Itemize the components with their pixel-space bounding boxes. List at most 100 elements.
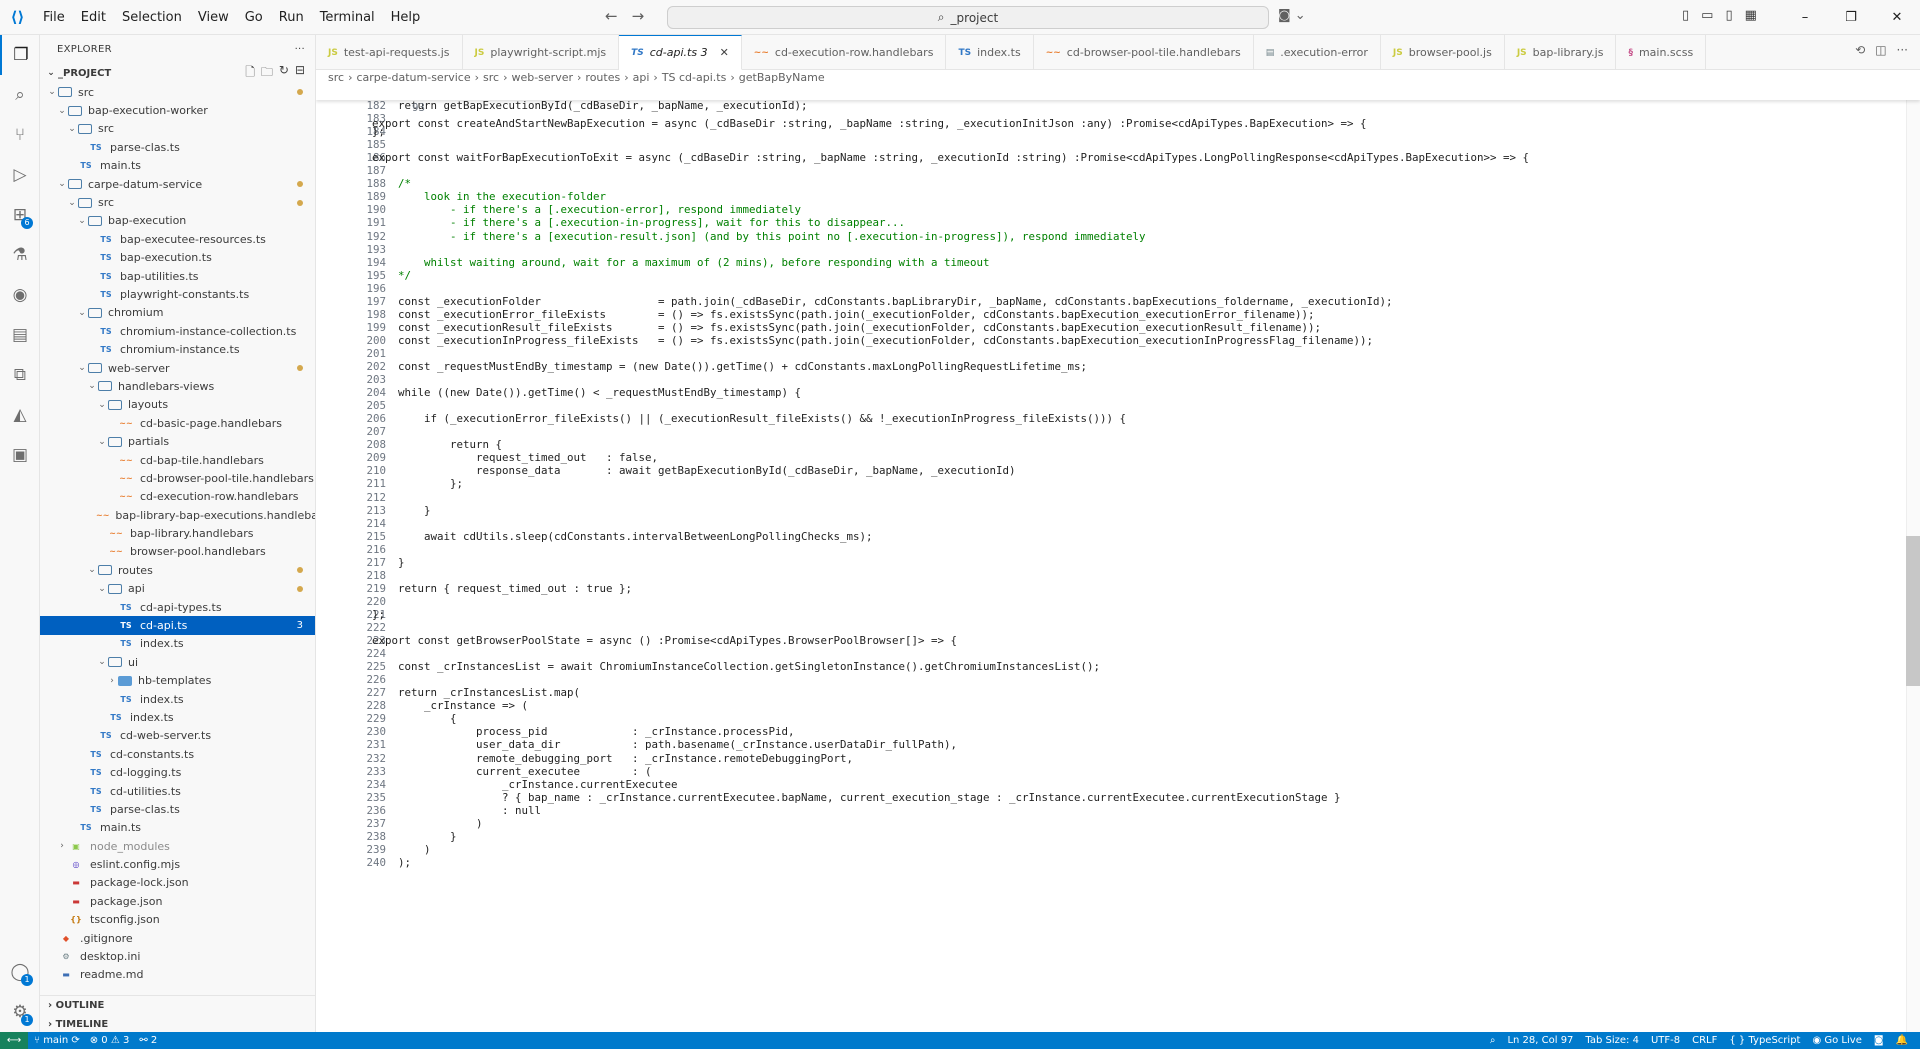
tree-folder[interactable]: ⌄ ui — [40, 653, 315, 671]
minimize-button[interactable]: – — [1782, 0, 1828, 35]
breadcrumb-item[interactable]: src — [328, 71, 344, 84]
breadcrumb-item[interactable]: api — [633, 71, 650, 84]
cursor-position[interactable]: Ln 28, Col 97 — [1507, 1035, 1573, 1046]
tree-folder[interactable]: ⌄ handlebars-views — [40, 377, 315, 395]
tree-folder[interactable]: ⌄ carpe-datum-service — [40, 175, 315, 193]
azure-icon[interactable]: ◭ — [0, 395, 40, 435]
tree-file[interactable]: TS playwright-constants.ts — [40, 285, 315, 303]
search-view-icon[interactable]: ⌕ — [0, 75, 40, 115]
editor-tab[interactable]: JS test-api-requests.js — [316, 35, 463, 70]
editor-tab[interactable]: JS bap-library.js — [1505, 35, 1617, 70]
breadcrumb-item[interactable]: routes — [585, 71, 620, 84]
tree-file[interactable]: TS cd-api.ts 3 — [40, 616, 315, 635]
breadcrumb-item[interactable]: src — [483, 71, 499, 84]
tree-file[interactable]: ~~ browser-pool.handlebars — [40, 543, 315, 561]
menu-help[interactable]: Help — [383, 0, 429, 35]
tree-file[interactable]: ~~ cd-execution-row.handlebars — [40, 488, 315, 506]
tree-file[interactable]: TS cd-api-types.ts — [40, 598, 315, 616]
extensions-icon[interactable]: ⊞ 6 — [0, 195, 40, 235]
accounts-icon[interactable]: ◯ 1 — [0, 952, 40, 992]
go-live-button[interactable]: ◉ Go Live — [1812, 1035, 1861, 1046]
customize-layout-icon[interactable]: ▦ — [1745, 8, 1757, 23]
tree-file[interactable]: {} tsconfig.json — [40, 911, 315, 929]
new-file-icon[interactable]: 🗋 — [245, 63, 255, 84]
settings-gear-icon[interactable]: ⚙ 1 — [0, 992, 40, 1032]
tree-folder[interactable]: ⌄ layouts — [40, 396, 315, 414]
breadcrumb-item[interactable]: getBapByName — [739, 71, 825, 84]
tree-file[interactable]: ⚙ desktop.ini — [40, 947, 315, 965]
breadcrumb-item[interactable]: carpe-datum-service — [356, 71, 470, 84]
remote-indicator-icon[interactable]: ⟷ — [0, 1032, 28, 1049]
command-center-search[interactable]: ⌕ _project — [667, 6, 1269, 29]
close-button[interactable]: ✕ — [1874, 0, 1920, 35]
toggle-primary-sidebar-icon[interactable]: ▯ — [1682, 8, 1689, 23]
tree-file[interactable]: TS bap-executee-resources.ts — [40, 230, 315, 248]
tree-folder[interactable]: › ▣ node_modules — [40, 837, 315, 855]
tree-folder[interactable]: ⌄ partials — [40, 432, 315, 450]
tree-file[interactable]: ◆ .gitignore — [40, 929, 315, 947]
tree-file[interactable]: TS parse-clas.ts — [40, 138, 315, 156]
breadcrumb-item[interactable]: TS cd-api.ts — [662, 71, 727, 84]
collapse-all-icon[interactable]: ⊟ — [295, 63, 305, 84]
tree-file[interactable]: TS index.ts — [40, 708, 315, 726]
restore-button[interactable]: ❐ — [1828, 0, 1874, 35]
editor-tab[interactable]: JS browser-pool.js — [1381, 35, 1505, 70]
copilot-status-icon[interactable]: ◙ — [1874, 1035, 1884, 1046]
vertical-scrollbar[interactable] — [1906, 84, 1920, 1032]
tree-file[interactable]: TS main.ts — [40, 819, 315, 837]
editor-tab[interactable]: ~~ cd-execution-row.handlebars — [742, 35, 947, 70]
menu-file[interactable]: File — [35, 0, 73, 35]
tree-folder[interactable]: ⌄ src — [40, 83, 315, 101]
copilot-icon[interactable]: ◙ ⌄ — [1278, 8, 1306, 23]
chat-icon[interactable]: ▣ — [0, 435, 40, 475]
timeline-section[interactable]: › TIMELINE — [40, 1015, 315, 1032]
source-control-icon[interactable]: ⑂ — [0, 115, 40, 155]
refresh-icon[interactable]: ↻ — [279, 63, 289, 84]
split-editor-icon[interactable]: ◫ — [1875, 43, 1886, 57]
tree-folder[interactable]: ⌄ chromium — [40, 304, 315, 322]
menu-edit[interactable]: Edit — [73, 0, 114, 35]
tree-file[interactable]: TS index.ts — [40, 690, 315, 708]
tree-folder[interactable]: ⌄ bap-execution — [40, 212, 315, 230]
breadcrumb-item[interactable]: web-server — [511, 71, 573, 84]
tree-file[interactable]: ~~ bap-library.handlebars — [40, 524, 315, 542]
tree-file[interactable]: ~~ cd-basic-page.handlebars — [40, 414, 315, 432]
new-folder-icon[interactable]: 🗀 — [261, 63, 273, 84]
tree-file[interactable]: TS cd-utilities.ts — [40, 782, 315, 800]
language-mode[interactable]: { } TypeScript — [1729, 1035, 1800, 1046]
tree-file[interactable]: ◎ eslint.config.mjs — [40, 855, 315, 873]
tree-file[interactable]: TS bap-utilities.ts — [40, 267, 315, 285]
explorer-icon[interactable]: ❐ — [0, 35, 40, 75]
tab-size[interactable]: Tab Size: 4 — [1585, 1035, 1639, 1046]
project-manager-icon[interactable]: ▤ — [0, 315, 40, 355]
editor-tab[interactable]: TS cd-api.ts 3 ✕ — [619, 35, 742, 70]
code-editor[interactable]: 93 export const createAndStartNewBapExec… — [316, 84, 1920, 1032]
editor-tab[interactable]: JS playwright-script.mjs — [463, 35, 620, 70]
problems-indicator[interactable]: ⊗ 0 ⚠ 3 — [90, 1035, 130, 1046]
github-icon[interactable]: ◉ — [0, 275, 40, 315]
close-tab-icon[interactable]: ✕ — [720, 46, 729, 59]
tree-file[interactable]: ~~ bap-library-bap-executions.handlebars — [40, 506, 315, 524]
menu-run[interactable]: Run — [271, 0, 312, 35]
tree-file[interactable]: TS parse-clas.ts — [40, 800, 315, 818]
tree-folder[interactable]: ⌄ api — [40, 580, 315, 598]
tree-folder[interactable]: ⌄ bap-execution-worker — [40, 101, 315, 119]
testing-icon[interactable]: ⚗ — [0, 235, 40, 275]
menu-terminal[interactable]: Terminal — [312, 0, 383, 35]
tree-folder[interactable]: › hb-templates — [40, 672, 315, 690]
tree-file[interactable]: ~~ cd-bap-tile.handlebars — [40, 451, 315, 469]
tree-folder[interactable]: ⌄ web-server — [40, 359, 315, 377]
ports-indicator[interactable]: ⚯ 2 — [139, 1035, 157, 1046]
more-actions-icon[interactable]: ··· — [1897, 43, 1908, 57]
project-root-row[interactable]: ⌄ _PROJECT 🗋 🗀 ↻ ⊟ — [40, 63, 315, 83]
timeline-icon[interactable]: ⟲ — [1855, 43, 1865, 57]
code-line[interactable]: 240 ); — [316, 855, 1896, 871]
toggle-secondary-sidebar-icon[interactable]: ▯ — [1725, 8, 1732, 23]
remote-explorer-icon[interactable]: ⧉ — [0, 355, 40, 395]
menu-go[interactable]: Go — [237, 0, 271, 35]
tree-file[interactable]: ▬ readme.md — [40, 966, 315, 984]
tree-file[interactable]: TS chromium-instance-collection.ts — [40, 322, 315, 340]
tree-file[interactable]: TS cd-logging.ts — [40, 763, 315, 781]
tree-file[interactable]: TS cd-web-server.ts — [40, 727, 315, 745]
tree-file[interactable]: TS index.ts — [40, 635, 315, 653]
